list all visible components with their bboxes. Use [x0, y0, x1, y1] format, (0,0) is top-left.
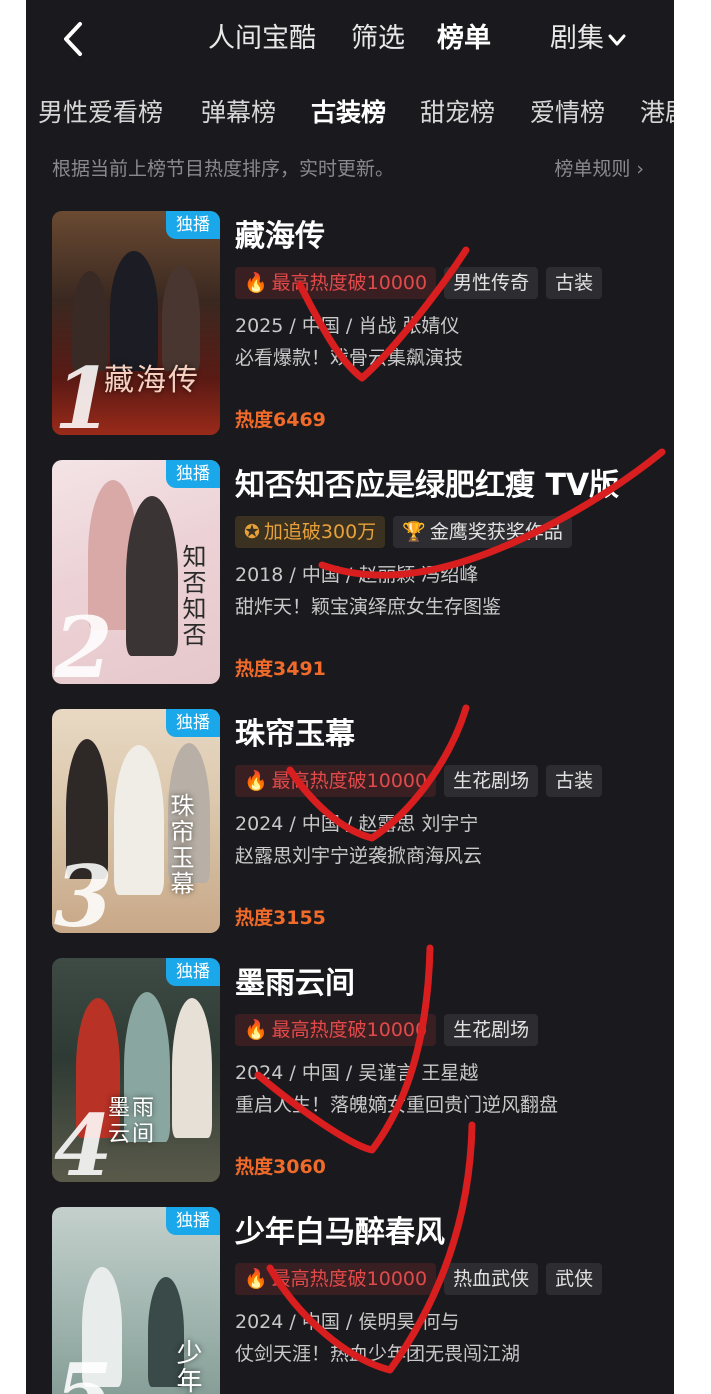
follow-tag: ✪ 加追破300万: [235, 516, 386, 548]
genre-tag[interactable]: 古装: [546, 765, 603, 797]
heat-score: 热度3060: [235, 1156, 326, 1178]
cat-romance[interactable]: 爱情榜: [530, 90, 605, 136]
flame-icon: 🔥: [244, 1019, 268, 1041]
rank-number: 5: [54, 1353, 112, 1394]
trophy-icon: 🏆: [402, 521, 426, 543]
show-description: 甜炸天！颖宝演绎庶女生存图鉴: [235, 596, 502, 618]
show-meta: 2024 / 中国 / 侯明昊 何与: [235, 1311, 460, 1333]
poster-title: 知否知否: [178, 544, 206, 648]
rank-number: 4: [54, 1096, 113, 1183]
tab-renjian[interactable]: 人间宝酷: [208, 18, 316, 60]
poster-title: 珠帘玉幕: [166, 793, 194, 897]
genre-tag[interactable]: 武侠: [546, 1263, 603, 1295]
tag-row: 🔥 最高热度破10000 生花剧场 古装: [235, 765, 610, 797]
show-title[interactable]: 少年白马醉春风: [235, 1211, 445, 1255]
list-item[interactable]: 知否知否 2 独播 知否知否应是绿肥红瘦 TV版 ✪ 加追破300万 🏆 金鹰奖获奖作…: [26, 460, 674, 690]
genre-tag[interactable]: 男性传奇: [444, 267, 539, 299]
show-title[interactable]: 墨雨云间: [235, 962, 355, 1006]
top-nav: 人间宝酷 筛选 榜单 剧集: [26, 0, 674, 80]
hot-tag: 🔥 最高热度破10000: [235, 1263, 437, 1295]
hot-tag: 🔥 最高热度破10000: [235, 765, 437, 797]
list-item[interactable]: 藏海传 1 独播 藏海传 🔥 最高热度破10000 男性传奇 古装 2025 / 中国…: [26, 211, 674, 441]
app-screen: 人间宝酷 筛选 榜单 剧集 男性爱看榜 弹幕榜 古装榜 甜宠榜 爱情榜 港剧 根…: [26, 0, 674, 1394]
cat-costume[interactable]: 古装榜: [311, 90, 386, 136]
genre-tag[interactable]: 生花剧场: [444, 1014, 539, 1046]
poster-image[interactable]: 墨雨云间 4 独播: [52, 958, 220, 1182]
rank-number: 3: [54, 847, 113, 934]
poster-image[interactable]: 珠帘玉幕 3 独播: [52, 709, 220, 933]
genre-tag[interactable]: 古装: [546, 267, 603, 299]
heat-score: 热度6469: [235, 409, 326, 431]
exclusive-badge: 独播: [166, 709, 220, 737]
heat-score: 热度3491: [235, 658, 326, 680]
ranking-category-tabs: 男性爱看榜 弹幕榜 古装榜 甜宠榜 爱情榜 港剧: [26, 90, 674, 136]
tag-row: 🔥 最高热度破10000 生花剧场: [235, 1014, 546, 1046]
exclusive-badge: 独播: [166, 460, 220, 488]
show-description: 赵露思刘宇宁逆袭掀商海风云: [235, 845, 483, 867]
cat-male[interactable]: 男性爱看榜: [38, 90, 163, 136]
exclusive-badge: 独播: [166, 211, 220, 239]
flame-icon: 🔥: [244, 272, 268, 294]
ranking-description: 根据当前上榜节目热度排序，实时更新。: [52, 158, 395, 180]
rank-number: 2: [54, 598, 113, 685]
tab-rankings[interactable]: 榜单: [437, 18, 491, 60]
cat-sweet[interactable]: 甜宠榜: [420, 90, 495, 136]
award-tag[interactable]: 🏆 金鹰奖获奖作品: [393, 516, 572, 548]
genre-tag[interactable]: 生花剧场: [444, 765, 539, 797]
exclusive-badge: 独播: [166, 1207, 220, 1235]
show-title[interactable]: 知否知否应是绿肥红瘦 TV版: [235, 464, 619, 508]
poster-image[interactable]: 少年白马 5 独播: [52, 1207, 220, 1394]
poster-title: 少年白马: [169, 1339, 206, 1394]
poster-image[interactable]: 知否知否 2 独播: [52, 460, 220, 684]
poster-image[interactable]: 藏海传 1 独播: [52, 211, 220, 435]
genre-tag[interactable]: 热血武侠: [444, 1263, 539, 1295]
rank-number: 1: [54, 349, 113, 436]
show-title[interactable]: 珠帘玉幕: [235, 713, 355, 757]
cat-hk[interactable]: 港剧: [640, 90, 674, 136]
chevron-down-icon: [608, 34, 626, 45]
hot-tag: 🔥 最高热度破10000: [235, 267, 437, 299]
poster-title: 墨雨云间: [108, 1096, 157, 1147]
poster-title: 藏海传: [104, 363, 200, 398]
flame-icon: 🔥: [244, 1268, 268, 1290]
heat-score: 热度3155: [235, 907, 326, 929]
show-title[interactable]: 藏海传: [235, 215, 325, 259]
flame-icon: 🔥: [244, 770, 268, 792]
tab-filter[interactable]: 筛选: [351, 18, 405, 60]
ranking-rules-link[interactable]: 榜单规则 ›: [554, 154, 644, 184]
show-meta: 2024 / 中国 / 赵露思 刘宇宁: [235, 813, 479, 835]
show-meta: 2025 / 中国 / 肖战 张婧仪: [235, 315, 460, 337]
tag-row: ✪ 加追破300万 🏆 金鹰奖获奖作品: [235, 516, 580, 548]
tag-row: 🔥 最高热度破10000 男性传奇 古装: [235, 267, 610, 299]
exclusive-badge: 独播: [166, 958, 220, 986]
tag-row: 🔥 最高热度破10000 热血武侠 武侠: [235, 1263, 610, 1295]
show-description: 重启人生！落魄嫡女重回贵门逆风翻盘: [235, 1094, 559, 1116]
cat-danmu[interactable]: 弹幕榜: [201, 90, 276, 136]
hot-tag: 🔥 最高热度破10000: [235, 1014, 437, 1046]
plus-circle-icon: ✪: [244, 521, 260, 543]
show-description: 仗剑天涯！热血少年团无畏闯江湖: [235, 1343, 521, 1365]
show-meta: 2018 / 中国 / 赵丽颖 冯绍峰: [235, 564, 479, 586]
list-item[interactable]: 少年白马 5 独播 少年白马醉春风 🔥最高热度破10000热血武侠武侠 2024…: [26, 1207, 674, 1394]
list-item[interactable]: 珠帘玉幕 3 独播 珠帘玉幕 🔥 最高热度破10000 生花剧场 古装 2024 / …: [26, 709, 674, 939]
category-dropdown[interactable]: 剧集: [550, 18, 628, 60]
show-meta: 2024 / 中国 / 吴谨言 王星越: [235, 1062, 479, 1084]
list-item[interactable]: 墨雨云间 4 独播 墨雨云间 🔥 最高热度破10000 生花剧场 2024 / 中国…: [26, 958, 674, 1188]
back-arrow-icon[interactable]: [56, 18, 92, 60]
category-dropdown-label: 剧集: [550, 23, 604, 54]
show-description: 必看爆款！戏骨云集飙演技: [235, 347, 464, 369]
